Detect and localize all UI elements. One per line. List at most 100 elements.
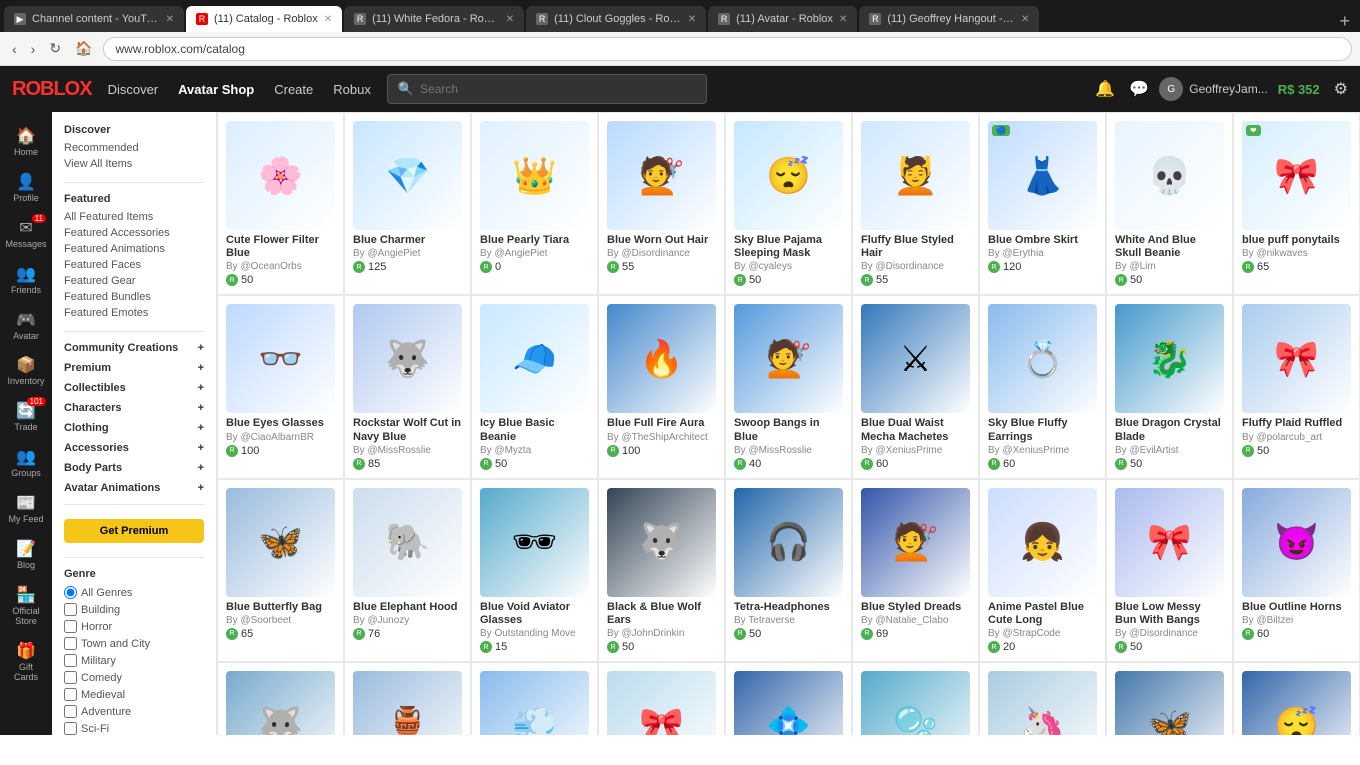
sidebar-item-avatar[interactable]: 🎮 Avatar bbox=[4, 304, 48, 348]
catalog-item[interactable]: 🎀 Lovely Cute Blue Bow By @Martin_Rbx2 R… bbox=[598, 662, 725, 735]
filter-featured-emotes[interactable]: Featured Emotes bbox=[64, 305, 204, 321]
sidebar-item-official-store[interactable]: 🏪 Official Store bbox=[4, 579, 48, 633]
catalog-item[interactable]: 🦋 Blue Butterfly Bag By @Soorbeet R 65 bbox=[217, 479, 344, 662]
catalog-item[interactable]: 🦋 Blue Butterfly Ski Mask By @Natalie_Cl… bbox=[1106, 662, 1233, 735]
tab-close[interactable]: ✕ bbox=[166, 14, 174, 25]
filter-body-parts[interactable]: Body Parts + bbox=[52, 458, 216, 478]
sidebar-item-friends[interactable]: 👥 Friends bbox=[4, 258, 48, 302]
genre-military[interactable]: Military bbox=[52, 652, 216, 669]
sidebar-item-groups[interactable]: 👥 Groups bbox=[4, 441, 48, 485]
nav-create[interactable]: Create bbox=[274, 82, 313, 97]
sidebar-item-myfeed[interactable]: 📰 My Feed bbox=[4, 487, 48, 531]
genre-adventure[interactable]: Adventure bbox=[52, 703, 216, 720]
catalog-item[interactable]: 💇 Blue Styled Dreads By @Natalie_Clabo R… bbox=[852, 479, 979, 662]
filter-characters[interactable]: Characters + bbox=[52, 398, 216, 418]
catalog-item[interactable]: 🕶 Blue Void Aviator Glasses By Outstandi… bbox=[471, 479, 598, 662]
get-premium-button[interactable]: Get Premium bbox=[64, 519, 204, 543]
sidebar-item-blog[interactable]: 📝 Blog bbox=[4, 533, 48, 577]
genre-town[interactable]: Town and City bbox=[52, 635, 216, 652]
catalog-item[interactable]: 🐺 Rockstar Wolf Cut in Navy Blue By @Mis… bbox=[344, 295, 471, 478]
catalog-item[interactable]: 💨 Blue Whoosh Hair By @polarcub_art R 12… bbox=[471, 662, 598, 735]
genre-scifi[interactable]: Sci-Fi bbox=[52, 720, 216, 735]
catalog-item[interactable]: 💇 Blue Worn Out Hair By @Disordinance R … bbox=[598, 112, 725, 295]
chat-icon[interactable]: 💬 bbox=[1129, 79, 1149, 99]
catalog-item[interactable]: 🔥 Blue Full Fire Aura By @TheShipArchite… bbox=[598, 295, 725, 478]
catalog-item[interactable]: 😴 Blue Messy Bed Hair By @Homemade_Meal … bbox=[1233, 662, 1360, 735]
browser-tab-2[interactable]: R (11) Catalog - Roblox ✕ bbox=[186, 6, 342, 32]
catalog-item[interactable]: 💠 Blue Void Neck Collar - Cartoony By Ou… bbox=[725, 662, 852, 735]
sidebar-item-inventory[interactable]: 📦 Inventory bbox=[4, 349, 48, 393]
catalog-item[interactable]: 🫧 Blue Slime Head By @TamBrush R 75 bbox=[852, 662, 979, 735]
home-button[interactable]: 🏠 bbox=[71, 38, 96, 59]
filter-featured-bundles[interactable]: Featured Bundles bbox=[64, 289, 204, 305]
genre-horror[interactable]: Horror bbox=[52, 618, 216, 635]
filter-featured-gear[interactable]: Featured Gear bbox=[64, 273, 204, 289]
browser-tab-4[interactable]: R (11) Clout Goggles - Robl... ✕ bbox=[526, 6, 706, 32]
catalog-item[interactable]: 🎀 Fluffy Plaid Ruffled By @polarcub_art … bbox=[1233, 295, 1360, 478]
tab-close[interactable]: ✕ bbox=[324, 14, 332, 25]
catalog-item[interactable]: 👓 Blue Eyes Glasses By @CiaoAlbarnBR R 1… bbox=[217, 295, 344, 478]
browser-tab-6[interactable]: R (11) Geoffrey Hangout - R... ✕ bbox=[859, 6, 1039, 32]
forward-button[interactable]: › bbox=[27, 39, 40, 59]
catalog-item[interactable]: 🎀 Blue Low Messy Bun With Bangs By @Diso… bbox=[1106, 479, 1233, 662]
sidebar-item-home[interactable]: 🏠 Home bbox=[4, 120, 48, 164]
filter-all-featured[interactable]: All Featured Items bbox=[64, 209, 204, 225]
filter-featured-accessories[interactable]: Featured Accessories bbox=[64, 225, 204, 241]
catalog-item[interactable]: 😴 Sky Blue Pajama Sleeping Mask By @cyal… bbox=[725, 112, 852, 295]
search-input[interactable] bbox=[420, 82, 696, 96]
catalog-item[interactable]: 👧 Anime Pastel Blue Cute Long By @StrapC… bbox=[979, 479, 1106, 662]
catalog-item[interactable]: 🦄 Magical Ponies in Blue By @MissRosslie… bbox=[979, 662, 1106, 735]
catalog-item[interactable]: 💀 White And Blue Skull Beanie By @Lim R … bbox=[1106, 112, 1233, 295]
sidebar-item-gift-cards[interactable]: 🎁 Gift Cards bbox=[4, 635, 48, 689]
genre-all[interactable]: All Genres bbox=[52, 584, 216, 601]
catalog-item[interactable]: 💎 Blue Charmer By @AngiePiet R 125 bbox=[344, 112, 471, 295]
filter-recommended[interactable]: Recommended bbox=[64, 140, 204, 156]
filter-featured-faces[interactable]: Featured Faces bbox=[64, 257, 204, 273]
genre-comedy[interactable]: Comedy bbox=[52, 669, 216, 686]
notification-icon[interactable]: 🔔 bbox=[1095, 79, 1115, 99]
catalog-item[interactable]: 💍 Sky Blue Fluffy Earrings By @XeniusPri… bbox=[979, 295, 1106, 478]
filter-premium[interactable]: Premium + bbox=[52, 358, 216, 378]
sidebar-item-profile[interactable]: 👤 Profile bbox=[4, 166, 48, 210]
user-info[interactable]: G GeoffreyJam... bbox=[1159, 77, 1267, 101]
filter-view-all[interactable]: View All Items bbox=[64, 156, 204, 172]
catalog-item[interactable]: 🔵 👗 Blue Ombre Skirt By @Erythia R 120 bbox=[979, 112, 1106, 295]
browser-tab-1[interactable]: ▶ Channel content - YouTube ✕ bbox=[4, 6, 184, 32]
genre-building[interactable]: Building bbox=[52, 601, 216, 618]
nav-robux[interactable]: Robux bbox=[333, 82, 371, 97]
browser-tab-3[interactable]: R (11) White Fedora - Robl... ✕ bbox=[344, 6, 524, 32]
settings-icon[interactable]: ⚙ bbox=[1334, 79, 1348, 99]
catalog-item[interactable]: ⚔ Blue Dual Waist Mecha Machetes By @Xen… bbox=[852, 295, 979, 478]
catalog-item[interactable]: 🧢 Icy Blue Basic Beanie By @Myzta R 50 bbox=[471, 295, 598, 478]
search-bar[interactable]: 🔍 bbox=[387, 74, 707, 104]
filter-accessories[interactable]: Accessories + bbox=[52, 438, 216, 458]
catalog-item[interactable]: 🌸 Cute Flower Filter Blue By @OceanOrbs … bbox=[217, 112, 344, 295]
filter-avatar-animations[interactable]: Avatar Animations + bbox=[52, 478, 216, 498]
url-bar[interactable]: www.roblox.com/catalog bbox=[103, 37, 1352, 61]
catalog-item[interactable]: 🏺 Blue and gold Pharaoh By @MakeTall R 7… bbox=[344, 662, 471, 735]
catalog-item[interactable]: 💇 Swoop Bangs in Blue By @MissRosslie R … bbox=[725, 295, 852, 478]
tab-close[interactable]: ✕ bbox=[839, 14, 847, 25]
catalog-item[interactable]: 🎧 Tetra-Headphones By Tetraverse R 50 bbox=[725, 479, 852, 662]
nav-avatar-shop[interactable]: Avatar Shop bbox=[178, 82, 254, 97]
filter-clothing[interactable]: Clothing + bbox=[52, 418, 216, 438]
filter-collectibles[interactable]: Collectibles + bbox=[52, 378, 216, 398]
catalog-item[interactable]: 🐘 Blue Elephant Hood By @Junozy R 76 bbox=[344, 479, 471, 662]
browser-tab-5[interactable]: R (11) Avatar - Roblox ✕ bbox=[708, 6, 857, 32]
sidebar-item-messages[interactable]: 11 ✉ Messages bbox=[4, 212, 48, 256]
back-button[interactable]: ‹ bbox=[8, 39, 21, 59]
genre-medieval[interactable]: Medieval bbox=[52, 686, 216, 703]
filter-community[interactable]: Community Creations + bbox=[52, 338, 216, 358]
catalog-item[interactable]: ❤ 🎀 blue puff ponytails By @nikwaves R 6… bbox=[1233, 112, 1360, 295]
refresh-button[interactable]: ↻ bbox=[45, 38, 65, 59]
catalog-item[interactable]: 💆 Fluffy Blue Styled Hair By @Disordinan… bbox=[852, 112, 979, 295]
filter-featured-animations[interactable]: Featured Animations bbox=[64, 241, 204, 257]
sidebar-item-trade[interactable]: 101 🔄 Trade bbox=[4, 395, 48, 439]
tab-close[interactable]: ✕ bbox=[688, 14, 696, 25]
new-tab-button[interactable]: + bbox=[1333, 11, 1356, 32]
catalog-item[interactable]: 🐉 Blue Dragon Crystal Blade By @EvilArti… bbox=[1106, 295, 1233, 478]
tab-close[interactable]: ✕ bbox=[1021, 14, 1029, 25]
tab-close[interactable]: ✕ bbox=[506, 14, 514, 25]
nav-discover[interactable]: Discover bbox=[108, 82, 159, 97]
catalog-item[interactable]: 👑 Blue Pearly Tiara By @AngiePiet R 0 bbox=[471, 112, 598, 295]
